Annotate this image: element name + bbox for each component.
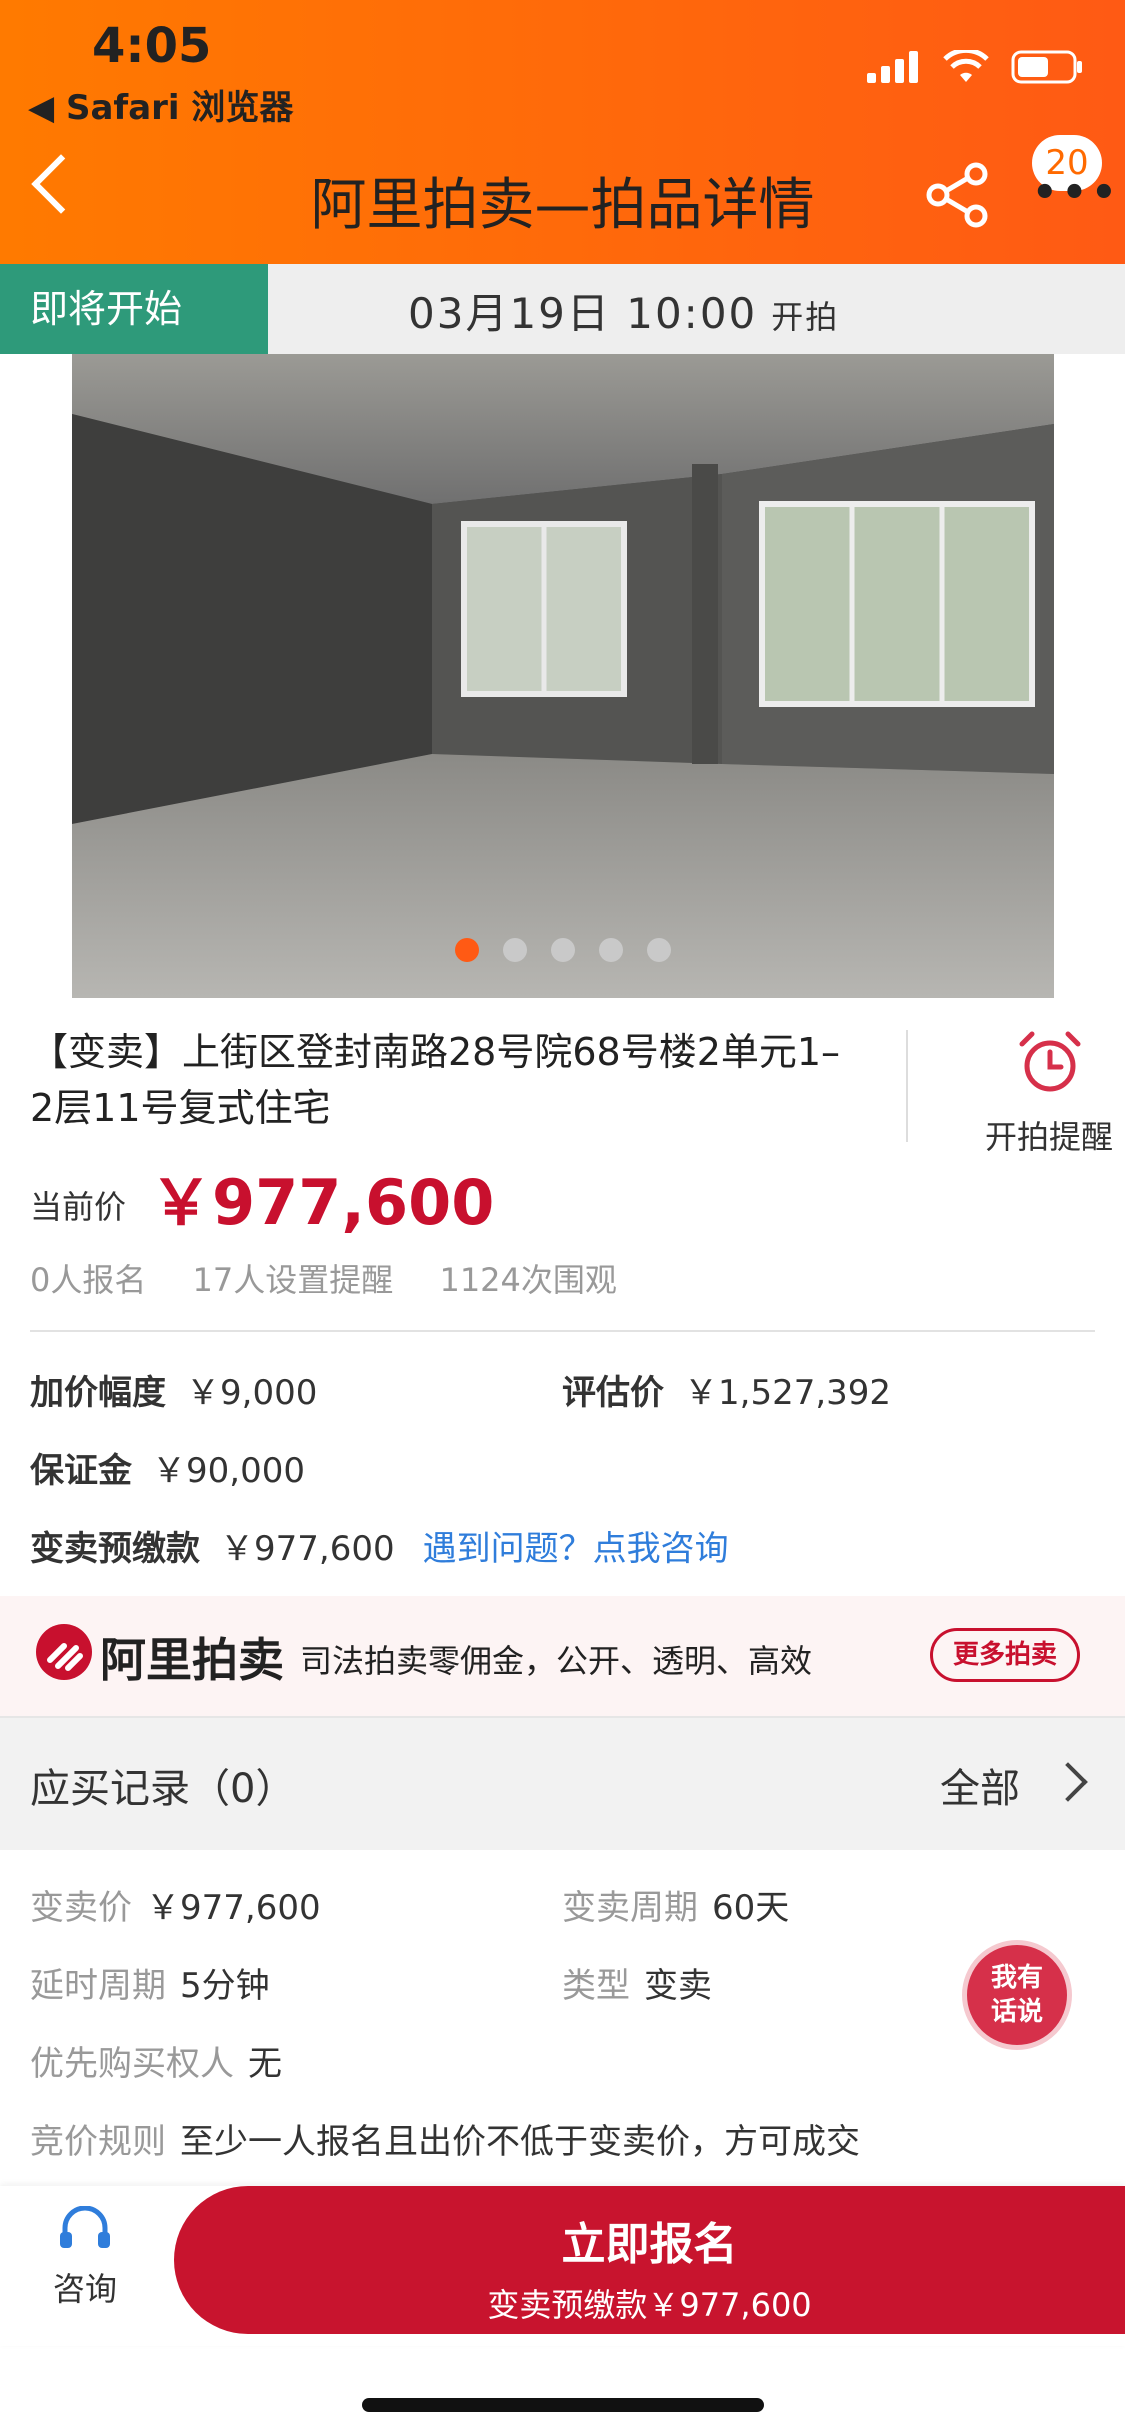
wifi-icon	[943, 50, 989, 82]
deposit-value: ￥90,000	[152, 1451, 305, 1491]
headset-icon	[60, 2205, 110, 2248]
sale-price-value: ￥977,600	[146, 1888, 321, 1928]
signup-button[interactable]: 立即报名 变卖预缴款￥977,600	[174, 2186, 1125, 2334]
deposit-row: 保证金 ￥90,000	[30, 1443, 305, 1492]
feedback-label-line2: 话说	[990, 1997, 1043, 2027]
bid-records-title: 应买记录（0）	[30, 1766, 296, 1812]
consult-label: 咨询	[52, 2270, 117, 2308]
deposit-label: 保证金	[30, 1451, 132, 1491]
auction-start-time: 03月19日 10:00 开拍	[408, 280, 839, 341]
carousel-dot[interactable]	[647, 938, 671, 962]
appraisal-value: ￥1,527,392	[684, 1373, 892, 1413]
appraisal-label: 评估价	[562, 1373, 664, 1413]
status-icons	[867, 50, 1085, 84]
sale-period-label: 变卖周期	[562, 1888, 698, 1928]
bid-rule-value: 至少一人报名且出价不低于变卖价，方可成交	[180, 2122, 860, 2162]
bid-rule-row: 竞价规则 至少一人报名且出价不低于变卖价，方可成交	[30, 2114, 860, 2163]
signup-count: 0人报名	[30, 1261, 147, 1299]
ali-auction-logo-icon	[36, 1624, 92, 1680]
carousel-dot[interactable]	[599, 938, 623, 962]
type-value: 变卖	[644, 1966, 712, 2006]
start-time-value: 03月19日 10:00	[408, 289, 758, 338]
bid-rule-label: 竞价规则	[30, 2122, 166, 2162]
back-to-safari-link[interactable]: ◀ Safari 浏览器	[28, 80, 293, 129]
item-stats: 0人报名 17人设置提醒 1124次围观	[30, 1255, 645, 1301]
more-auctions-button[interactable]: 更多拍卖	[930, 1628, 1080, 1682]
increment-value: ￥9,000	[186, 1373, 318, 1413]
brand-name: 阿里拍卖	[100, 1633, 284, 1687]
item-title: 【变卖】上街区登封南路28号院68号楼2单元1–2层11号复式住宅	[30, 1030, 841, 1130]
brand-slogan: 司法拍卖零佣金，公开、透明、高效	[300, 1642, 813, 1680]
alarm-clock-icon[interactable]	[1018, 1030, 1082, 1094]
sale-price-label: 变卖价	[30, 1888, 132, 1928]
view-count: 1124次围观	[439, 1261, 617, 1299]
delay-period-value: 5分钟	[180, 1966, 270, 2006]
feedback-button[interactable]: 我有 话说	[962, 1940, 1072, 2050]
priority-row: 优先购买权人无	[30, 2036, 282, 2085]
signup-main-label: 立即报名	[561, 2219, 738, 2270]
sale-period-row: 变卖周期 60天	[562, 1880, 789, 1929]
battery-icon	[1011, 50, 1082, 84]
carousel-dot[interactable]	[551, 938, 575, 962]
type-label: 类型	[562, 1966, 630, 2006]
home-indicator	[362, 2398, 764, 2412]
more-menu-button[interactable]: •••	[1032, 170, 1121, 216]
prepay-label: 变卖预缴款	[30, 1529, 200, 1569]
priority-value: 无	[248, 2044, 282, 2084]
feedback-label-line1: 我有	[990, 1963, 1043, 1993]
type-row: 类型 变卖	[562, 1958, 712, 2007]
section-divider	[30, 1330, 1095, 1332]
item-photo[interactable]	[72, 354, 1054, 998]
current-price: ￥977,600	[150, 1166, 495, 1239]
signup-sub-label: 变卖预缴款￥977,600	[487, 2286, 812, 2324]
status-time: 4:05	[92, 18, 212, 74]
consult-button[interactable]: 咨询	[40, 2205, 130, 2310]
current-price-label: 当前价	[30, 1188, 127, 1226]
consult-link[interactable]: 遇到问题？点我咨询	[423, 1529, 729, 1569]
status-tag: 即将开始	[0, 264, 268, 354]
prepay-value: ￥977,600	[220, 1529, 395, 1569]
priority-label: 优先购买权人	[30, 2044, 234, 2084]
sale-price-row: 变卖价 ￥977,600	[30, 1880, 321, 1929]
carousel-dot[interactable]	[503, 938, 527, 962]
increment-row: 加价幅度 ￥9,000	[30, 1365, 317, 1414]
prepay-row: 变卖预缴款 ￥977,600 遇到问题？点我咨询	[30, 1521, 729, 1570]
share-icon[interactable]	[922, 160, 992, 230]
reminder-count: 17人设置提醒	[192, 1261, 394, 1299]
reminder-button-label[interactable]: 开拍提醒	[985, 1112, 1113, 1158]
carousel-dot[interactable]	[455, 938, 479, 962]
appraisal-row: 评估价 ￥1,527,392	[562, 1365, 891, 1414]
start-time-suffix: 开拍	[771, 298, 840, 336]
sale-period-value: 60天	[712, 1888, 790, 1928]
signal-icon	[867, 51, 918, 83]
increment-label: 加价幅度	[30, 1373, 166, 1413]
delay-period-label: 延时周期	[30, 1966, 166, 2006]
status-tag-tip	[252, 264, 268, 354]
title-divider	[906, 1030, 908, 1142]
delay-period-row: 延时周期 5分钟	[30, 1958, 270, 2007]
view-all-records-link[interactable]: 全部	[940, 1756, 1020, 1814]
